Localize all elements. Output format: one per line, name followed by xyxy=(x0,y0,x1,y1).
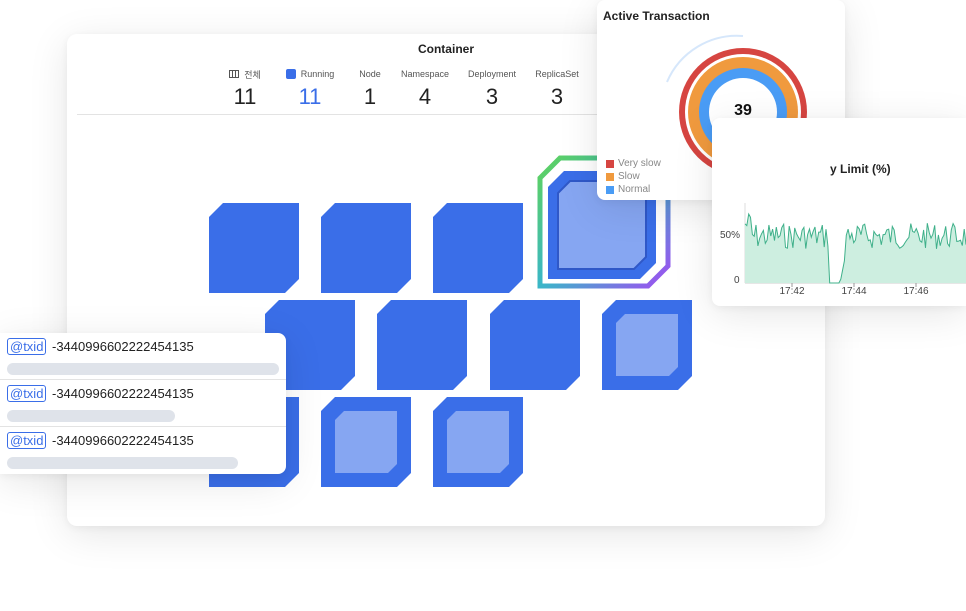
legend-swatch xyxy=(606,185,614,194)
container-tile[interactable] xyxy=(433,203,523,293)
container-tile-inner[interactable] xyxy=(335,411,397,473)
txid-tag[interactable]: @txid xyxy=(7,432,47,449)
txid-panel: @txid -3440996602222454135 @txid -344099… xyxy=(0,333,286,474)
list-item[interactable]: @txid -3440996602222454135 xyxy=(0,427,286,474)
container-tile-inner[interactable] xyxy=(447,411,509,473)
legend-item-normal[interactable]: Normal xyxy=(606,183,661,196)
memory-limit-chart-card: y Limit (%) 50% 0 17:42 17:44 17:46 xyxy=(712,118,966,306)
container-tile[interactable] xyxy=(209,203,299,293)
legend: Very slow Slow Normal xyxy=(606,157,661,196)
txid-value: -3440996602222454135 xyxy=(52,339,194,354)
memory-line-chart xyxy=(744,203,966,287)
txid-value: -3440996602222454135 xyxy=(52,386,194,401)
x-tick-1742: 17:42 xyxy=(779,286,805,297)
placeholder-bar xyxy=(7,363,279,375)
container-tile-inner[interactable] xyxy=(616,314,678,376)
placeholder-bar xyxy=(7,457,238,469)
legend-label: Slow xyxy=(618,171,640,182)
txid-value: -3440996602222454135 xyxy=(52,433,194,448)
memory-area xyxy=(745,214,966,283)
legend-swatch xyxy=(606,172,614,181)
legend-item-very-slow[interactable]: Very slow xyxy=(606,157,661,170)
x-tick-1744: 17:44 xyxy=(841,286,867,297)
list-item[interactable]: @txid -3440996602222454135 xyxy=(0,333,286,380)
container-tile[interactable] xyxy=(377,300,467,390)
container-tile[interactable] xyxy=(490,300,580,390)
legend-item-slow[interactable]: Slow xyxy=(606,170,661,183)
txid-tag[interactable]: @txid xyxy=(7,338,47,355)
legend-label: Normal xyxy=(618,184,651,195)
container-tile[interactable] xyxy=(321,203,411,293)
legend-label: Very slow xyxy=(618,158,661,169)
txid-tag[interactable]: @txid xyxy=(7,385,47,402)
list-item[interactable]: @txid -3440996602222454135 xyxy=(0,380,286,427)
placeholder-bar xyxy=(7,410,175,422)
x-tick-1746: 17:46 xyxy=(903,286,929,297)
legend-swatch xyxy=(606,159,614,168)
